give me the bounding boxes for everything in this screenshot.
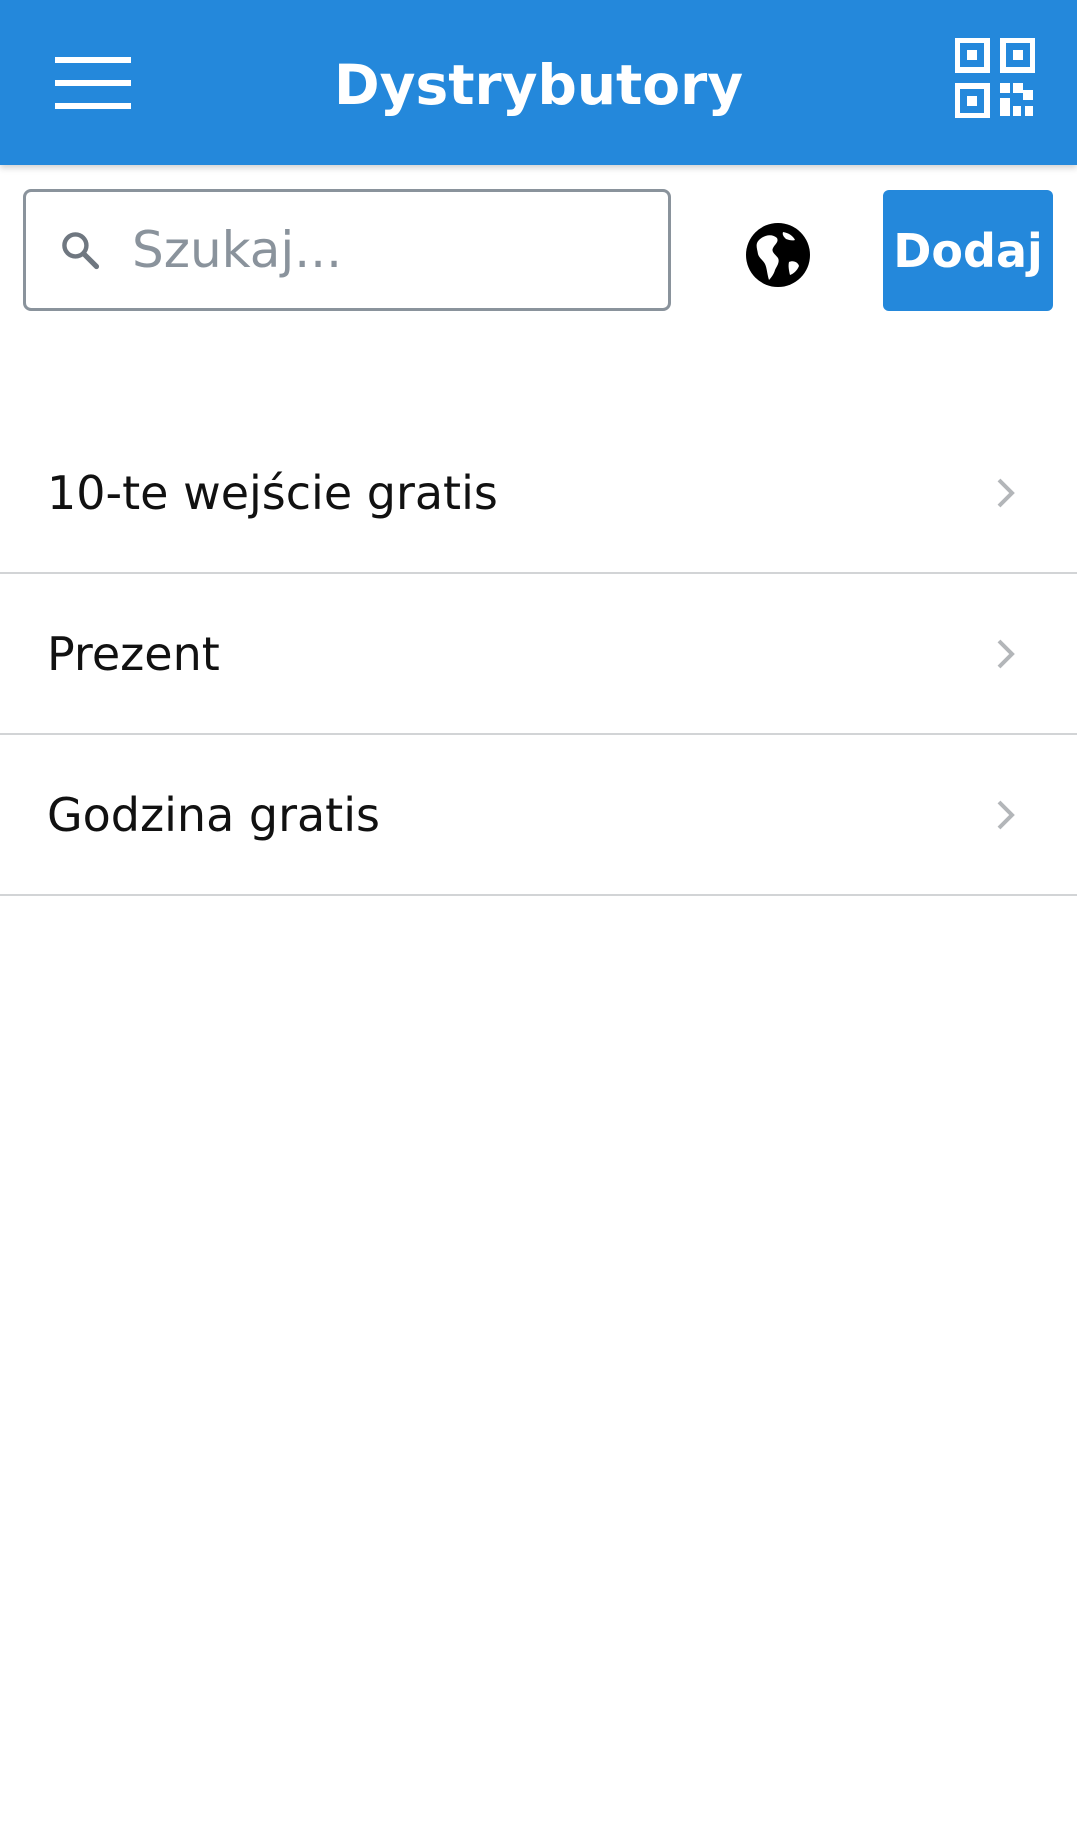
qr-code-icon [955,38,1035,118]
list-item[interactable]: 10-te wejście gratis [0,413,1077,574]
page-title: Dystrybutory [333,53,744,117]
add-button[interactable]: Dodaj [883,190,1053,311]
search-toolbar: Dodaj [0,165,1077,335]
list-item-label: 10-te wejście gratis [47,466,498,520]
globe-icon [746,223,810,287]
search-icon [56,226,104,274]
list-item-label: Godzina gratis [47,788,380,842]
menu-button[interactable] [38,40,148,125]
distributor-list: 10-te wejście gratis Prezent Godzina gra… [0,413,1077,896]
hamburger-menu-icon [55,56,131,109]
list-item[interactable]: Prezent [0,574,1077,735]
list-item-label: Prezent [47,627,220,681]
chevron-right-icon [997,800,1015,830]
app-bar: Dystrybutory [0,0,1077,165]
globe-button[interactable] [735,212,821,298]
chevron-right-icon [997,639,1015,669]
chevron-right-icon [997,478,1015,508]
search-field[interactable] [23,189,671,311]
list-item[interactable]: Godzina gratis [0,735,1077,896]
qr-scan-button[interactable] [940,28,1050,128]
search-input[interactable] [130,220,614,280]
